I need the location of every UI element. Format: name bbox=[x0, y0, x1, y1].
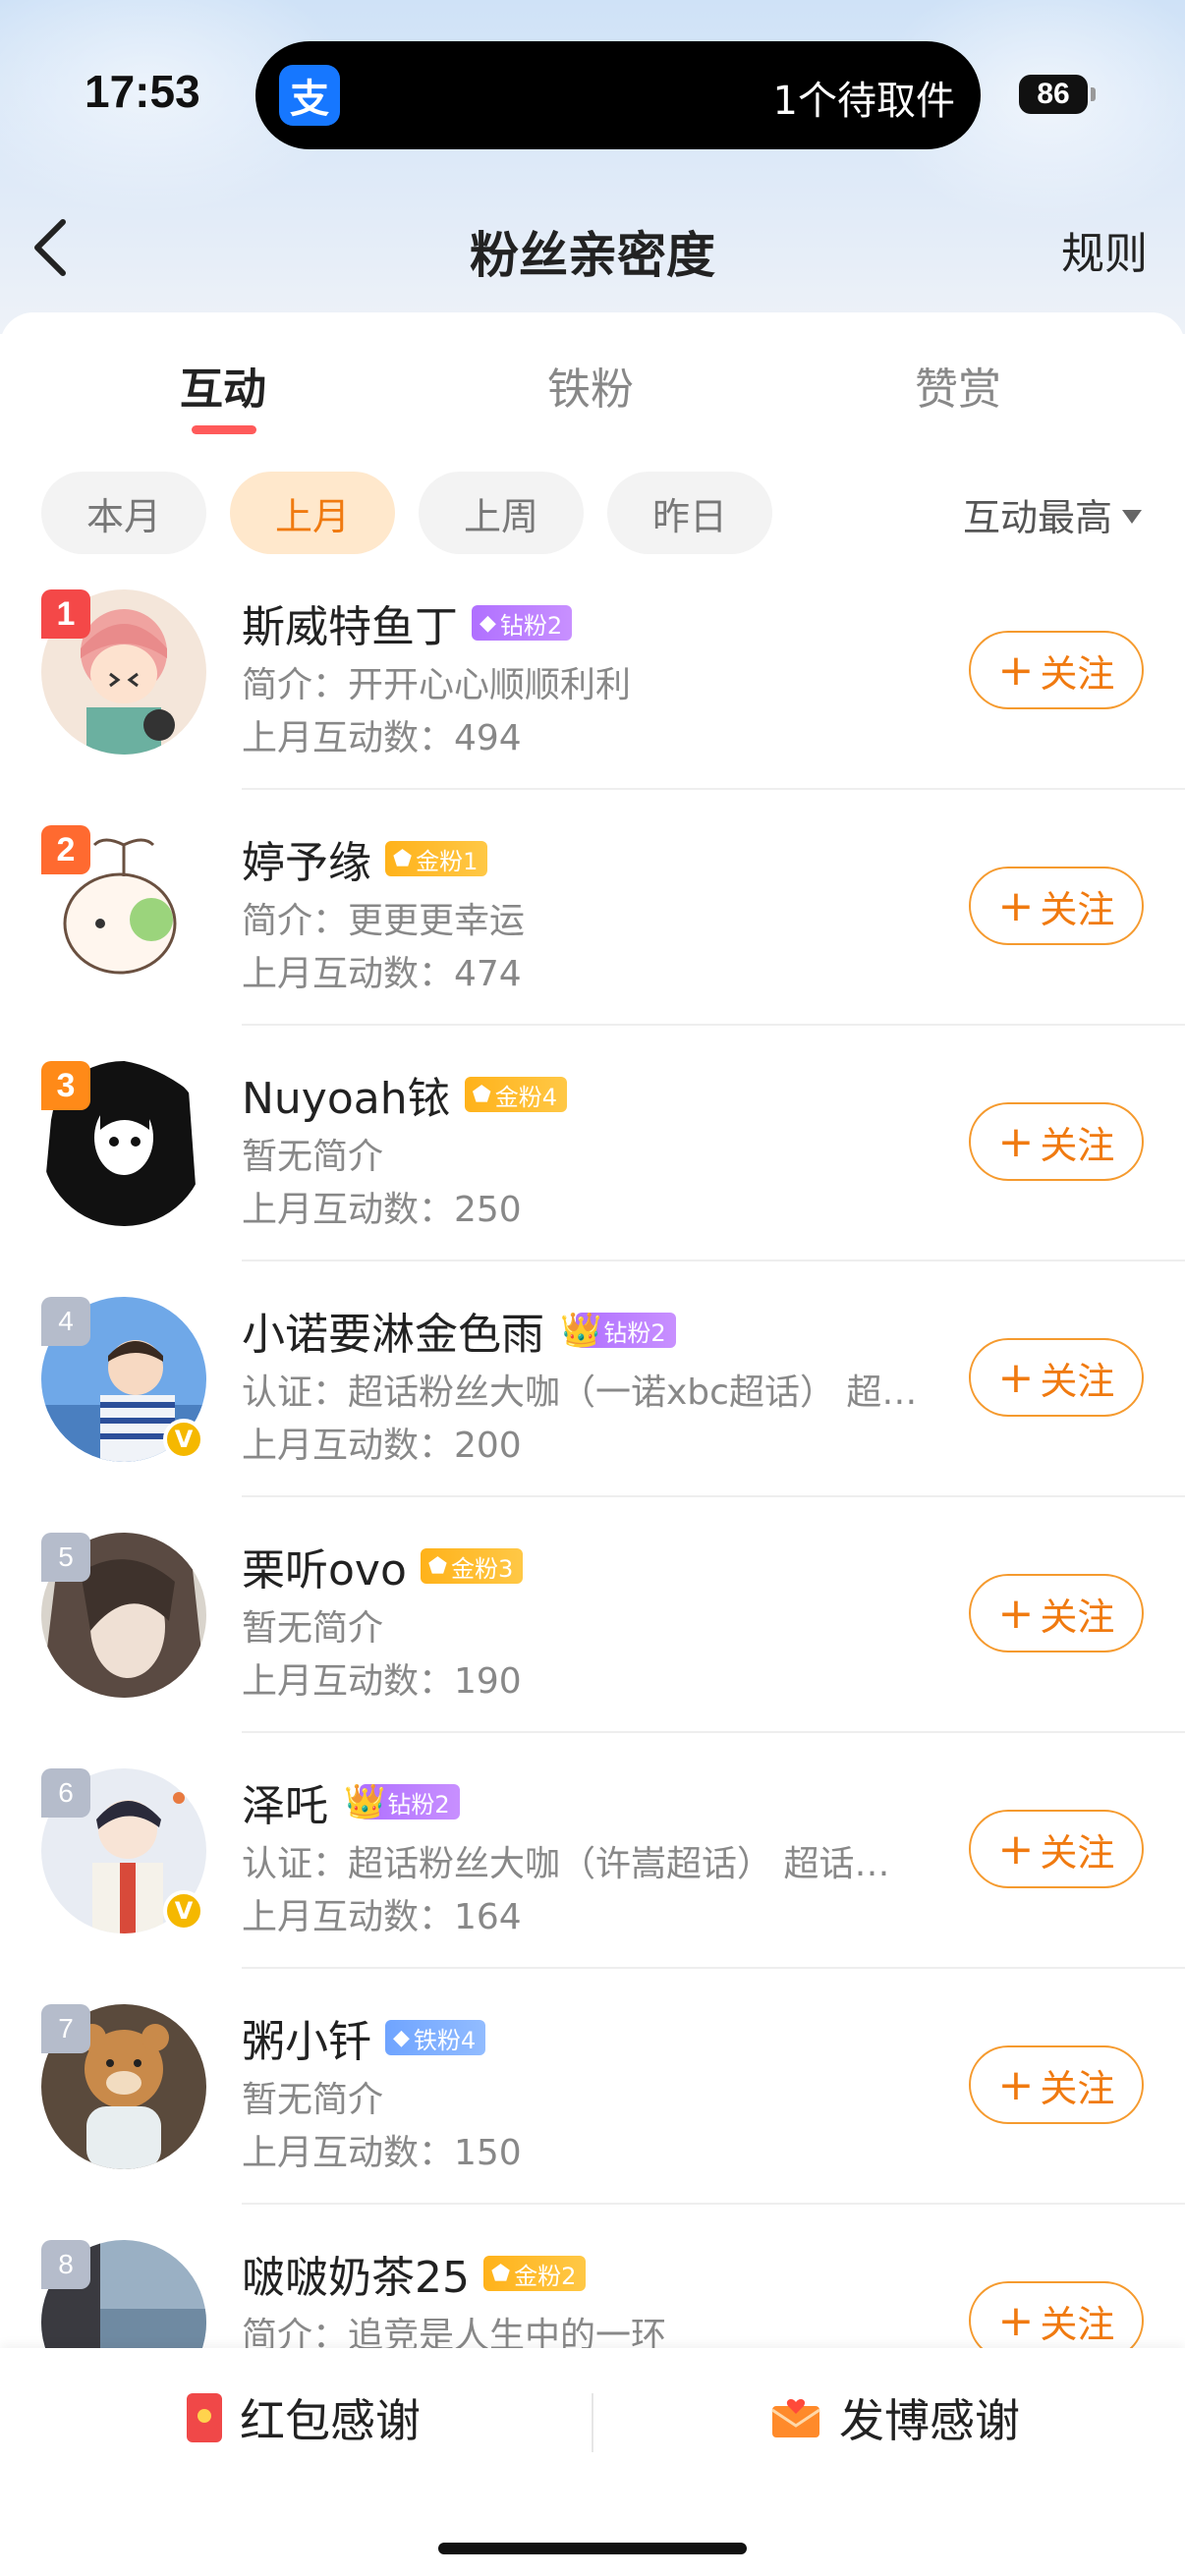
divider bbox=[242, 1260, 1185, 1261]
status-time: 17:53 bbox=[85, 66, 200, 117]
fan-name[interactable]: 泽吒 bbox=[242, 1770, 328, 1833]
sort-dropdown[interactable]: 互动最高 bbox=[963, 487, 1142, 541]
interaction-count: 上月互动数：164 bbox=[242, 1897, 522, 1937]
fan-name[interactable]: 小诺要淋金色雨 bbox=[242, 1299, 544, 1362]
sort-label: 互动最高 bbox=[962, 496, 1112, 539]
fan-bio: 简介：更更更幸运 bbox=[242, 901, 526, 941]
rank-badge: 5 bbox=[41, 1533, 90, 1582]
fan-bio: 简介：开开心心顺顺利利 bbox=[242, 665, 632, 705]
island-text: 1个待取件 bbox=[772, 79, 955, 124]
fan-bio: 暂无简介 bbox=[242, 1608, 384, 1649]
divider bbox=[242, 788, 1185, 790]
divider bbox=[242, 2203, 1185, 2205]
red-packet-icon bbox=[187, 2393, 222, 2442]
filter-yesterday[interactable]: 昨日 bbox=[607, 472, 772, 554]
iron-gem-icon: ◆ bbox=[393, 2025, 410, 2050]
fan-level-badge: 👑 钻粉2 bbox=[560, 1311, 676, 1350]
filter-last-week[interactable]: 上周 bbox=[419, 472, 584, 554]
page-title: 粉丝亲密度 bbox=[470, 227, 715, 284]
fan-level-badge: ⬟ 金粉4 bbox=[464, 1077, 568, 1112]
envelope-heart-icon bbox=[771, 2399, 820, 2437]
home-indicator[interactable] bbox=[438, 2543, 747, 2554]
fan-level-badge: 👑 钻粉2 bbox=[344, 1782, 460, 1821]
filter-this-month[interactable]: 本月 bbox=[41, 472, 206, 554]
verified-icon: V bbox=[163, 1890, 204, 1932]
fan-bio: 暂无简介 bbox=[242, 2080, 384, 2120]
gold-gem-icon: ⬟ bbox=[472, 1082, 491, 1107]
follow-button[interactable]: + 关注 bbox=[969, 867, 1144, 945]
list-item[interactable]: 6 V 泽吒 👑 钻粉2 认证：超话粉丝大咖（许嵩超话） 超话粉… 上月互动数：1… bbox=[0, 1768, 1185, 2004]
fan-bio: 暂无简介 bbox=[242, 1137, 384, 1177]
follow-button[interactable]: + 关注 bbox=[969, 1102, 1144, 1181]
fan-level-badge: ◆ 钻粉2 bbox=[472, 605, 573, 641]
caret-down-icon bbox=[1122, 509, 1142, 524]
interaction-count: 上月互动数：250 bbox=[242, 1190, 522, 1230]
red-packet-thanks-label: 红包感谢 bbox=[240, 2394, 421, 2447]
follow-button[interactable]: + 关注 bbox=[969, 1574, 1144, 1652]
gold-gem-icon: ⬟ bbox=[427, 1553, 448, 1579]
fan-name[interactable]: Nuyoah铱 bbox=[242, 1063, 451, 1126]
rank-badge: 4 bbox=[41, 1297, 90, 1346]
rank-badge: 6 bbox=[41, 1768, 90, 1818]
interaction-count: 上月互动数：200 bbox=[242, 1426, 522, 1466]
rank-badge: 1 bbox=[41, 589, 90, 639]
gold-gem-icon: ⬟ bbox=[393, 846, 413, 871]
gold-gem-icon: ⬟ bbox=[491, 2261, 511, 2286]
follow-button[interactable]: + 关注 bbox=[969, 2045, 1144, 2124]
follow-button[interactable]: + 关注 bbox=[969, 1338, 1144, 1417]
diamond-icon: ◆ bbox=[480, 610, 496, 636]
fan-name[interactable]: 粥小钎 bbox=[242, 2006, 371, 2069]
active-tab-indicator bbox=[192, 425, 256, 434]
divider bbox=[242, 1967, 1185, 1969]
list-item[interactable]: 7 粥小钎 ◆ 铁粉4 暂无简介 上月互动数：150 + 关注 bbox=[0, 2004, 1185, 2240]
red-packet-thanks-button[interactable]: 红包感谢 bbox=[187, 2385, 421, 2450]
divider bbox=[242, 1731, 1185, 1733]
fan-level-badge: ⬟ 金粉1 bbox=[385, 841, 488, 876]
divider bbox=[242, 1495, 1185, 1497]
fan-bio: 认证：超话粉丝大咖（一诺xbc超话） 超… bbox=[242, 1372, 918, 1413]
fan-name[interactable]: 啵啵奶茶25 bbox=[242, 2242, 470, 2305]
filter-last-month[interactable]: 上月 bbox=[230, 472, 395, 554]
crown-icon: 👑 bbox=[344, 1782, 386, 1821]
tab-interaction[interactable]: 互动 bbox=[105, 354, 341, 417]
fan-level-badge: ◆ 铁粉4 bbox=[385, 2020, 486, 2055]
rules-link[interactable]: 规则 bbox=[1061, 218, 1148, 281]
list-item[interactable]: 4 V 小诺要淋金色雨 👑 钻粉2 认证：超话粉丝大咖（一诺xbc超话） 超… 上… bbox=[0, 1297, 1185, 1533]
interaction-count: 上月互动数：494 bbox=[242, 718, 522, 758]
list-item[interactable]: 1 斯威特鱼丁 ◆ 钻粉2 简介：开开心心顺顺利利 上月互动数：494 + 关注 bbox=[0, 589, 1185, 825]
interaction-count: 上月互动数：150 bbox=[242, 2133, 522, 2173]
list-item[interactable]: 2 婷予缘 ⬟ 金粉1 简介：更更更幸运 上月互动数：474 + 关注 bbox=[0, 825, 1185, 1061]
dynamic-island[interactable]: 支 1个待取件 bbox=[255, 41, 981, 149]
tab-reward[interactable]: 赞赏 bbox=[840, 354, 1076, 417]
interaction-count: 上月互动数：190 bbox=[242, 1661, 522, 1702]
fan-level-badge: ⬟ 金粉2 bbox=[483, 2256, 587, 2291]
rank-badge: 7 bbox=[41, 2004, 90, 2053]
fan-bio: 认证：超话粉丝大咖（许嵩超话） 超话粉… bbox=[242, 1844, 920, 1884]
rank-badge: 2 bbox=[41, 825, 90, 874]
fan-name[interactable]: 斯威特鱼丁 bbox=[242, 591, 458, 654]
list-item[interactable]: 3 Nuyoah铱 ⬟ 金粉4 暂无简介 上月互动数：250 + 关注 bbox=[0, 1061, 1185, 1297]
post-thanks-label: 发博感谢 bbox=[839, 2394, 1020, 2447]
interaction-count: 上月互动数：474 bbox=[242, 954, 522, 994]
divider bbox=[242, 1024, 1185, 1026]
fan-name[interactable]: 婷予缘 bbox=[242, 827, 371, 890]
verified-icon: V bbox=[163, 1419, 204, 1460]
post-thanks-button[interactable]: 发博感谢 bbox=[770, 2385, 1020, 2450]
fan-name[interactable]: 栗听ovo bbox=[242, 1535, 407, 1597]
tab-iron-fans[interactable]: 铁粉 bbox=[473, 354, 708, 417]
crown-icon: 👑 bbox=[560, 1311, 602, 1350]
fan-level-badge: ⬟ 金粉3 bbox=[420, 1548, 524, 1584]
follow-button[interactable]: + 关注 bbox=[969, 631, 1144, 709]
follow-button[interactable]: + 关注 bbox=[969, 1810, 1144, 1888]
list-item[interactable]: 5 栗听ovo ⬟ 金粉3 暂无简介 上月互动数：190 + 关注 bbox=[0, 1533, 1185, 1768]
rank-badge: 8 bbox=[41, 2240, 90, 2289]
divider bbox=[592, 2393, 593, 2452]
rank-badge: 3 bbox=[41, 1061, 90, 1110]
alipay-icon: 支 bbox=[279, 65, 340, 126]
battery-icon: 86 bbox=[1019, 75, 1096, 114]
